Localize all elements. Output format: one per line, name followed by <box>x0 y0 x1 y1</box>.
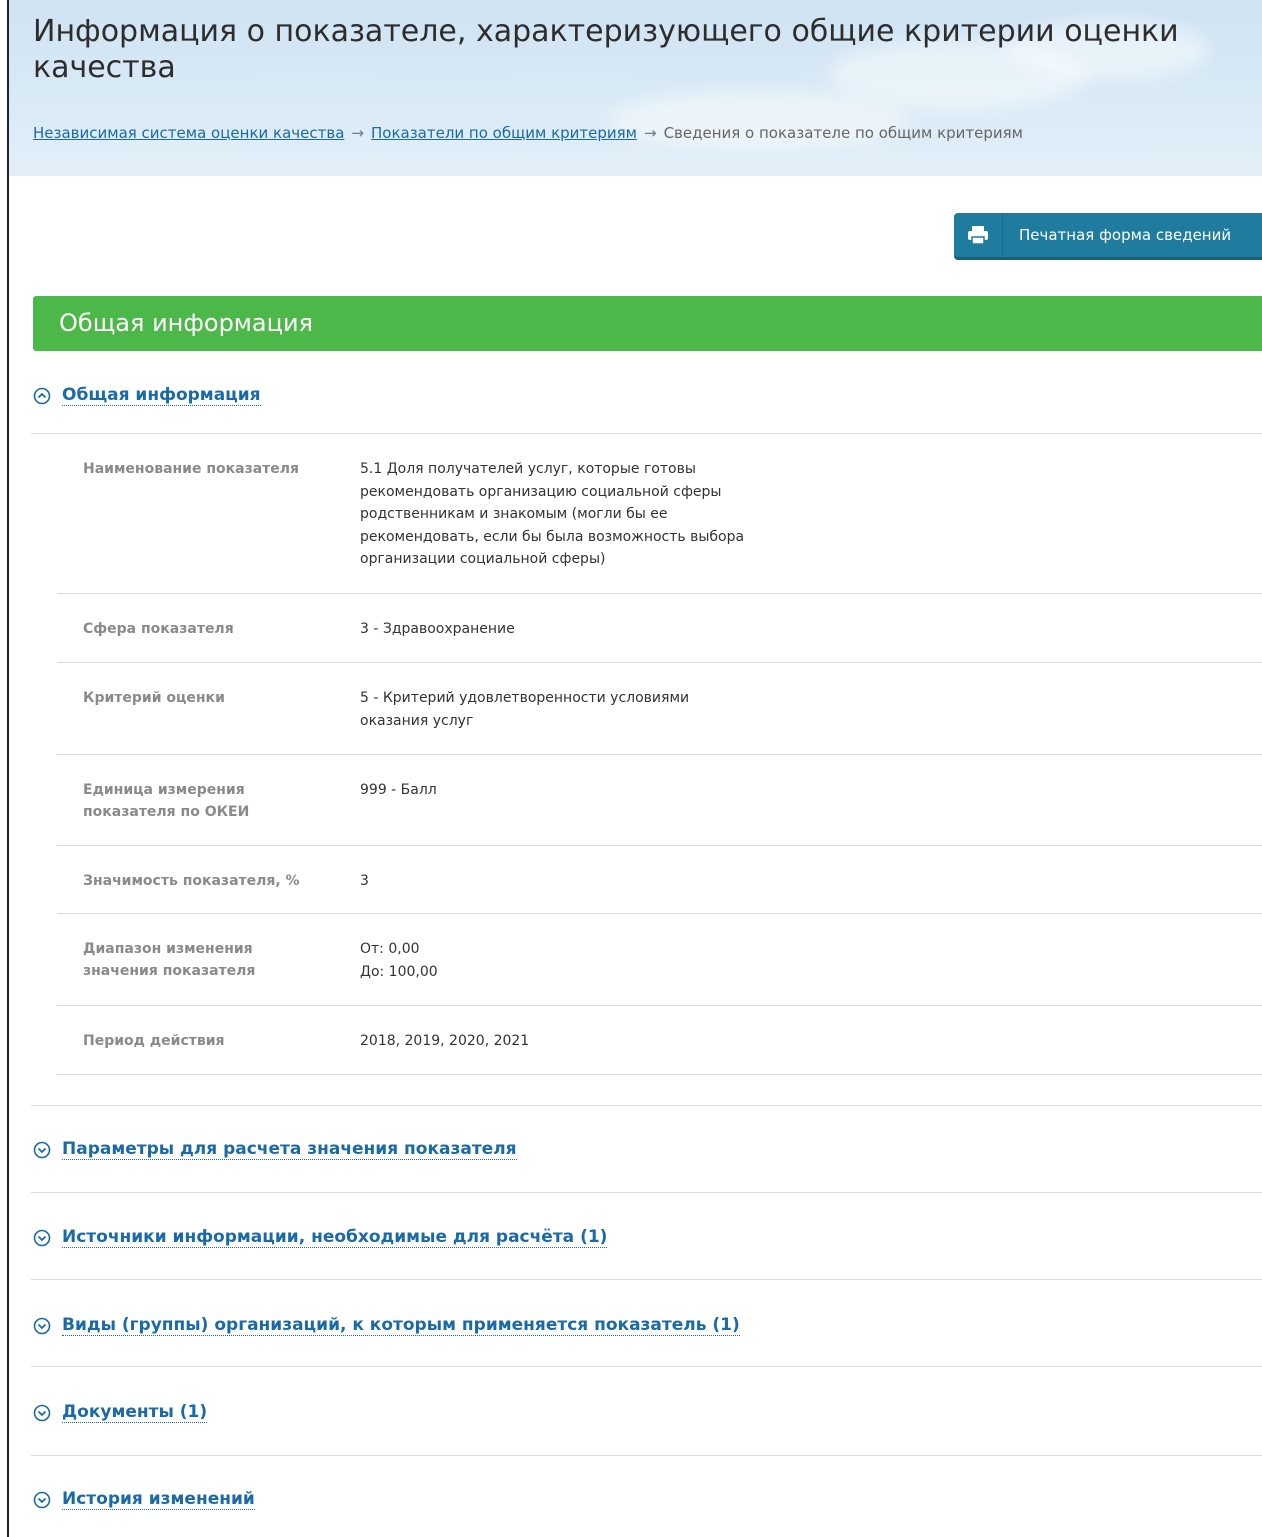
accordion-history[interactable]: История изменений <box>33 1489 255 1510</box>
property-row-unit: Единица измерения показателя по ОКЕИ 999… <box>57 755 1262 846</box>
accordion-label: Общая информация <box>62 385 261 406</box>
property-key: Критерий оценки <box>83 690 225 706</box>
section-title: Общая информация <box>59 309 313 337</box>
accordion-label: Виды (группы) организаций, к которым при… <box>62 1315 740 1336</box>
property-value-line: До: 100,00 <box>360 963 438 980</box>
chevron-up-circle-icon <box>33 387 51 404</box>
breadcrumb: Независимая система оценки качества → Пока… <box>33 124 1023 142</box>
printer-icon <box>954 213 1003 257</box>
property-value-line: От: 0,00 <box>360 941 420 957</box>
property-value: 5.1 Доля получателей услуг, которые гото… <box>360 458 780 571</box>
breadcrumb-link-indicators[interactable]: Показатели по общим критериям <box>371 124 637 142</box>
chevron-down-circle-icon <box>33 1317 51 1334</box>
property-value-line: 3 - Здравоохранение <box>360 621 515 637</box>
accordion-info-sources[interactable]: Источники информации, необходимые для ра… <box>33 1227 608 1248</box>
accordion-general-info[interactable]: Общая информация <box>33 385 261 406</box>
divider <box>31 1455 1262 1456</box>
chevron-down-circle-icon <box>33 1141 51 1158</box>
accordion-label: Источники информации, необходимые для ра… <box>62 1227 608 1248</box>
property-value: 999 - Балл <box>360 779 780 802</box>
print-form-label: Печатная форма сведений <box>1019 226 1232 244</box>
property-key: Наименование показателя <box>83 461 300 477</box>
page-title: Информация о показателе, характеризующег… <box>33 14 1179 85</box>
divider <box>31 1279 1262 1280</box>
accordion-label: Документы (1) <box>62 1402 208 1423</box>
chevron-down-circle-icon <box>33 1491 51 1508</box>
divider <box>31 1105 1262 1106</box>
property-key: Диапазон изменения значения показателя <box>83 941 256 979</box>
accordion-org-types[interactable]: Виды (группы) организаций, к которым при… <box>33 1315 740 1336</box>
property-row-criterion: Критерий оценки 5 - Критерий удовлетворе… <box>57 663 1262 755</box>
property-value: 3 <box>360 870 780 893</box>
breadcrumb-arrow-icon: → <box>351 124 364 142</box>
page-frame: Информация о показателе, характеризующег… <box>7 0 1262 1537</box>
property-row-sphere: Сфера показателя 3 - Здравоохранение <box>57 594 1262 663</box>
property-row-range: Диапазон изменения значения показателя О… <box>57 914 1262 1006</box>
property-value: 5 - Критерий удовлетворенности условиями… <box>360 687 740 732</box>
accordion-calc-params[interactable]: Параметры для расчета значения показател… <box>33 1139 517 1160</box>
accordion-documents[interactable]: Документы (1) <box>33 1402 208 1423</box>
print-form-button[interactable]: Печатная форма сведений <box>954 213 1262 257</box>
property-value: От: 0,00 До: 100,00 <box>360 938 780 983</box>
breadcrumb-arrow-icon: → <box>643 124 657 142</box>
property-value-line: 5 - Критерий удовлетворенности условиями… <box>360 690 690 729</box>
divider <box>31 1192 1262 1193</box>
property-key: Значимость показателя, % <box>83 873 300 889</box>
section-header: Общая информация <box>33 296 1262 351</box>
accordion-label: История изменений <box>62 1489 255 1510</box>
property-value: 3 - Здравоохранение <box>360 618 780 641</box>
breadcrumb-current: Сведения о показателе по общим критериям <box>663 124 1023 142</box>
accordion-label: Параметры для расчета значения показател… <box>62 1139 517 1160</box>
property-row-significance: Значимость показателя, % 3 <box>57 846 1262 914</box>
property-key: Единица измерения показателя по ОКЕИ <box>83 782 250 820</box>
property-value-line: 999 - Балл <box>360 782 437 798</box>
divider <box>31 1366 1262 1367</box>
property-value: 2018, 2019, 2020, 2021 <box>360 1030 780 1053</box>
property-value-line: 5.1 Доля получателей услуг, которые гото… <box>360 461 745 567</box>
property-value-line: 3 <box>360 873 369 889</box>
property-value-line: 2018, 2019, 2020, 2021 <box>360 1033 530 1049</box>
property-key: Период действия <box>83 1033 225 1049</box>
chevron-down-circle-icon <box>33 1404 51 1421</box>
property-key: Сфера показателя <box>83 621 234 637</box>
property-row-name: Наименование показателя 5.1 Доля получат… <box>57 434 1262 594</box>
property-row-period: Период действия 2018, 2019, 2020, 2021 <box>57 1006 1262 1075</box>
properties-table: Наименование показателя 5.1 Доля получат… <box>57 434 1262 1075</box>
chevron-down-circle-icon <box>33 1229 51 1246</box>
breadcrumb-link-nsok[interactable]: Независимая система оценки качества <box>33 124 344 142</box>
page-header: Информация о показателе, характеризующег… <box>9 0 1262 176</box>
